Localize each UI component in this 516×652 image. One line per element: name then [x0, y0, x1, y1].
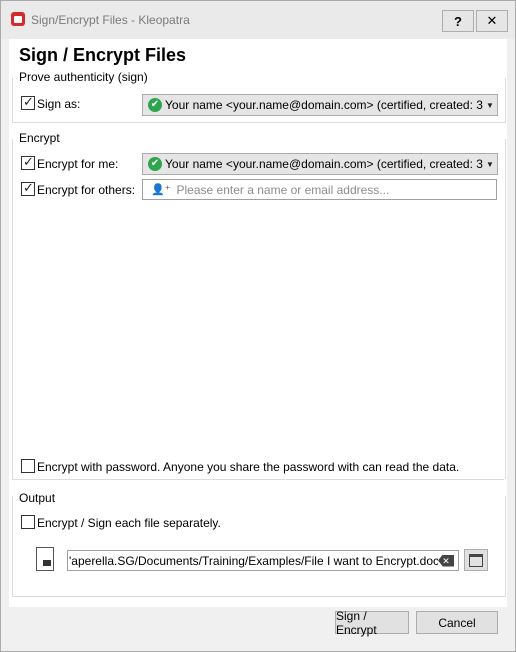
sign-as-combo[interactable]: ✔ Your name <your.name@domain.com> (cert…: [142, 94, 498, 116]
chevron-down-icon: ▼: [486, 100, 494, 110]
dialog-content: Sign / Encrypt Files Prove authenticity …: [9, 39, 507, 607]
clear-icon[interactable]: ✕: [438, 554, 454, 567]
sign-encrypt-button[interactable]: Sign / Encrypt: [335, 609, 409, 637]
sign-as-value: Your name <your.name@domain.com> (certif…: [165, 98, 483, 112]
encrypted-file-icon: [36, 547, 54, 571]
certified-check-icon: ✔: [148, 157, 162, 171]
folder-icon: [469, 553, 483, 567]
dialog-heading: Sign / Encrypt Files: [19, 45, 187, 65]
browse-folder-button[interactable]: [464, 549, 488, 571]
sign-as-label: Sign as:: [37, 97, 81, 111]
sign-as-checkbox[interactable]: [21, 94, 35, 110]
encrypt-for-others-label: Encrypt for others:: [37, 183, 136, 197]
encrypt-group-bottom: [12, 479, 504, 480]
encrypt-with-password-checkbox[interactable]: [21, 459, 35, 473]
encrypt-for-me-combo[interactable]: ✔ Your name <your.name@domain.com> (cert…: [142, 153, 498, 175]
close-button[interactable]: ✕: [476, 10, 508, 32]
help-button[interactable]: ?: [442, 10, 474, 32]
encrypt-for-others-checkbox[interactable]: [21, 180, 35, 196]
kleopatra-app-icon: [11, 12, 25, 26]
sign-each-separately-label: Encrypt / Sign each file separately.: [37, 516, 221, 530]
title-bar: Sign/Encrypt Files - Kleopatra ? ✕: [1, 1, 515, 39]
output-path-value: 'aperella.SG/Documents/Training/Examples…: [69, 553, 438, 568]
cancel-button[interactable]: Cancel: [416, 611, 498, 634]
encrypt-for-me-label: Encrypt for me:: [37, 157, 119, 171]
encrypt-for-others-placeholder: Please enter a name or email address...: [176, 182, 390, 197]
sign-encrypt-dialog: Sign/Encrypt Files - Kleopatra ? ✕ Sign …: [0, 0, 516, 652]
chevron-down-icon: ▼: [486, 159, 494, 169]
certified-check-icon: ✔: [148, 98, 162, 112]
encrypt-for-me-value: Your name <your.name@domain.com> (certif…: [165, 157, 483, 171]
encrypt-with-password-label: Encrypt with password. Anyone you share …: [37, 460, 460, 474]
add-recipient-icon: 👤⁺: [151, 184, 171, 196]
output-group: [12, 496, 506, 597]
window-title: Sign/Encrypt Files - Kleopatra: [31, 13, 190, 27]
encrypt-for-others-input[interactable]: 👤⁺ Please enter a name or email address.…: [142, 179, 497, 200]
encrypt-for-me-checkbox[interactable]: [21, 154, 35, 170]
sign-each-separately-checkbox[interactable]: [21, 515, 35, 529]
output-path-input[interactable]: 'aperella.SG/Documents/Training/Examples…: [67, 550, 459, 571]
